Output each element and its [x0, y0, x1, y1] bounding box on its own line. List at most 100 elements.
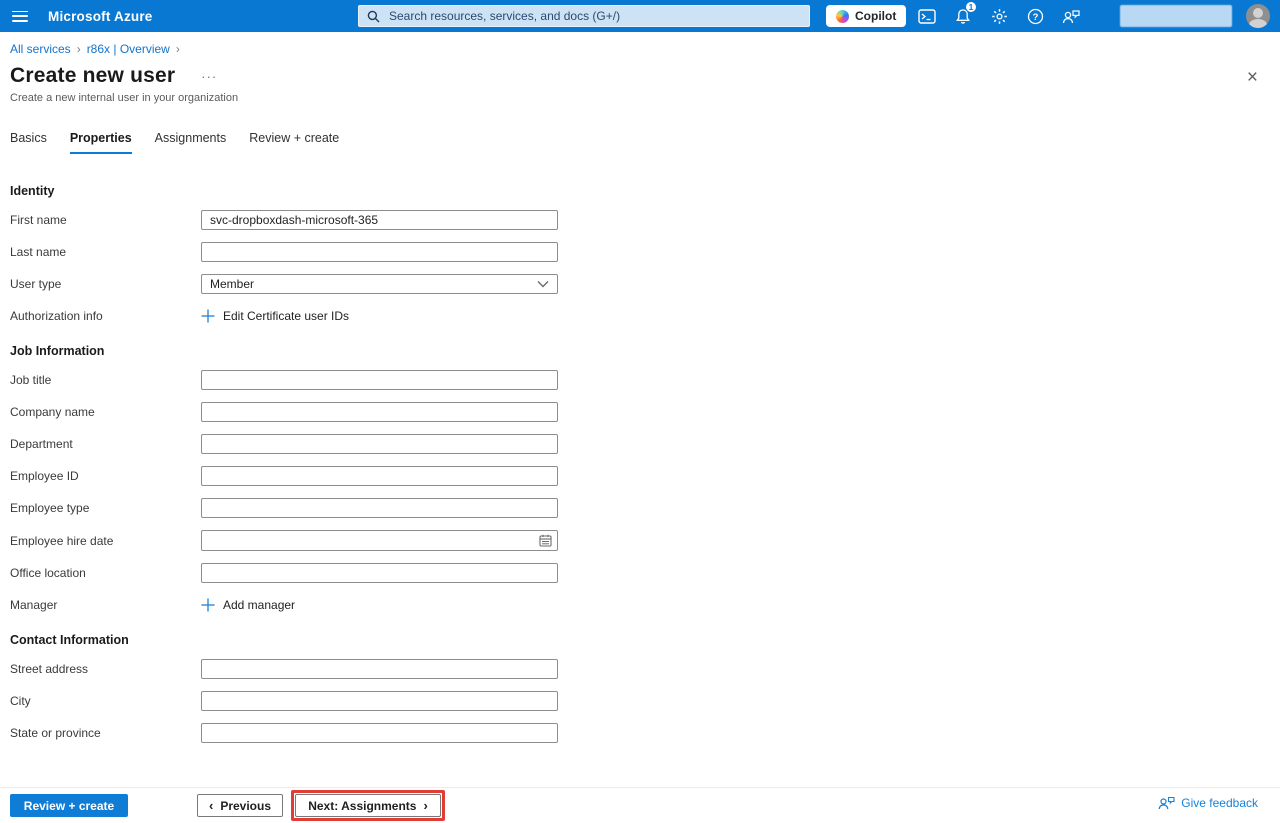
plus-icon [201, 309, 215, 323]
employee-id-label: Employee ID [10, 469, 201, 483]
user-type-select[interactable]: Member [201, 274, 558, 294]
previous-label: Previous [220, 799, 271, 813]
employee-hire-date-input[interactable] [201, 530, 558, 551]
city-label: City [10, 694, 201, 708]
company-name-input[interactable] [201, 402, 558, 422]
field-department: Department [10, 434, 1280, 454]
department-input[interactable] [201, 434, 558, 454]
field-manager: Manager Add manager [10, 595, 1280, 615]
more-options-icon[interactable]: ··· [201, 69, 217, 84]
user-type-label: User type [10, 277, 201, 291]
breadcrumb-separator-icon: › [77, 42, 81, 56]
field-employee-type: Employee type [10, 498, 1280, 518]
notifications-bell-icon[interactable]: 1 [952, 5, 974, 27]
svg-text:?: ? [1032, 12, 1038, 23]
first-name-label: First name [10, 213, 201, 227]
cloud-shell-icon[interactable] [916, 5, 938, 27]
add-manager-label: Add manager [223, 598, 295, 612]
first-name-input[interactable] [201, 210, 558, 230]
field-employee-id: Employee ID [10, 466, 1280, 486]
next-assignments-button[interactable]: Next: Assignments › [295, 794, 441, 817]
breadcrumb-r86x-overview[interactable]: r86x | Overview [87, 42, 170, 56]
office-location-label: Office location [10, 566, 201, 580]
field-job-title: Job title [10, 370, 1280, 390]
calendar-icon[interactable] [539, 534, 552, 547]
feedback-icon[interactable] [1060, 5, 1082, 27]
top-bar-icons: 1 ? [916, 0, 1082, 32]
field-last-name: Last name [10, 242, 1280, 262]
employee-hire-date-label: Employee hire date [10, 534, 201, 548]
employee-type-input[interactable] [201, 498, 558, 518]
app-title[interactable]: Microsoft Azure [48, 0, 153, 32]
employee-id-input[interactable] [201, 466, 558, 486]
chevron-left-icon: ‹ [209, 798, 213, 813]
copilot-button[interactable]: Copilot [826, 5, 906, 27]
last-name-label: Last name [10, 245, 201, 259]
search-input[interactable] [387, 8, 801, 24]
copilot-label: Copilot [855, 9, 896, 23]
tab-properties[interactable]: Properties [70, 131, 132, 154]
chevron-down-icon [537, 280, 549, 288]
street-address-input[interactable] [201, 659, 558, 679]
review-create-button[interactable]: Review + create [10, 794, 128, 817]
page-subtitle: Create a new internal user in your organ… [10, 92, 1280, 104]
top-bar: Microsoft Azure Copilot 1 [0, 0, 1280, 32]
account-info-redacted [1120, 5, 1232, 27]
wizard-footer: Review + create ‹ Previous Next: Assignm… [0, 787, 1280, 823]
help-icon[interactable]: ? [1024, 5, 1046, 27]
wizard-tabs: Basics Properties Assignments Review + c… [10, 131, 1280, 154]
company-name-label: Company name [10, 405, 201, 419]
copilot-icon [836, 10, 849, 23]
field-street-address: Street address [10, 659, 1280, 679]
authorization-info-label: Authorization info [10, 309, 201, 323]
section-heading-job-information: Job Information [10, 344, 1280, 358]
section-heading-identity: Identity [10, 184, 1280, 198]
job-title-input[interactable] [201, 370, 558, 390]
field-state-or-province: State or province [10, 723, 1280, 743]
field-company-name: Company name [10, 402, 1280, 422]
add-manager-link[interactable]: Add manager [201, 596, 295, 614]
job-title-label: Job title [10, 373, 201, 387]
feedback-person-icon [1158, 796, 1175, 810]
page-title: Create new user [10, 64, 175, 88]
state-or-province-label: State or province [10, 726, 201, 740]
search-icon [367, 10, 380, 23]
notification-badge: 1 [965, 1, 977, 13]
annotation-highlight-box: Next: Assignments › [291, 790, 445, 821]
last-name-input[interactable] [201, 242, 558, 262]
breadcrumb: All services › r86x | Overview › [0, 32, 1280, 56]
field-user-type: User type Member [10, 274, 1280, 294]
manager-label: Manager [10, 598, 201, 612]
close-icon[interactable]: × [1247, 68, 1258, 87]
tab-assignments[interactable]: Assignments [155, 131, 227, 154]
state-or-province-input[interactable] [201, 723, 558, 743]
field-first-name: First name [10, 210, 1280, 230]
hamburger-menu-icon[interactable] [0, 0, 40, 32]
chevron-right-icon: › [423, 798, 427, 813]
edit-certificate-user-ids-link[interactable]: Edit Certificate user IDs [201, 307, 349, 325]
field-employee-hire-date: Employee hire date [10, 530, 1280, 551]
give-feedback-link[interactable]: Give feedback [1158, 796, 1258, 810]
department-label: Department [10, 437, 201, 451]
office-location-input[interactable] [201, 563, 558, 583]
section-heading-contact-information: Contact Information [10, 633, 1280, 647]
plus-icon [201, 598, 215, 612]
tab-review-create[interactable]: Review + create [249, 131, 339, 154]
employee-type-label: Employee type [10, 501, 201, 515]
city-input[interactable] [201, 691, 558, 711]
breadcrumb-separator-icon: › [176, 42, 180, 56]
user-type-value: Member [210, 277, 254, 291]
avatar[interactable] [1246, 4, 1270, 28]
previous-button[interactable]: ‹ Previous [197, 794, 283, 817]
breadcrumb-all-services[interactable]: All services [10, 42, 71, 56]
edit-certificate-user-ids-label: Edit Certificate user IDs [223, 309, 349, 323]
street-address-label: Street address [10, 662, 201, 676]
field-city: City [10, 691, 1280, 711]
field-office-location: Office location [10, 563, 1280, 583]
field-authorization-info: Authorization info Edit Certificate user… [10, 306, 1280, 326]
tab-basics[interactable]: Basics [10, 131, 47, 154]
give-feedback-label: Give feedback [1181, 796, 1258, 810]
settings-gear-icon[interactable] [988, 5, 1010, 27]
global-search[interactable] [358, 5, 810, 27]
properties-form: Identity First name Last name User type … [10, 184, 1280, 743]
